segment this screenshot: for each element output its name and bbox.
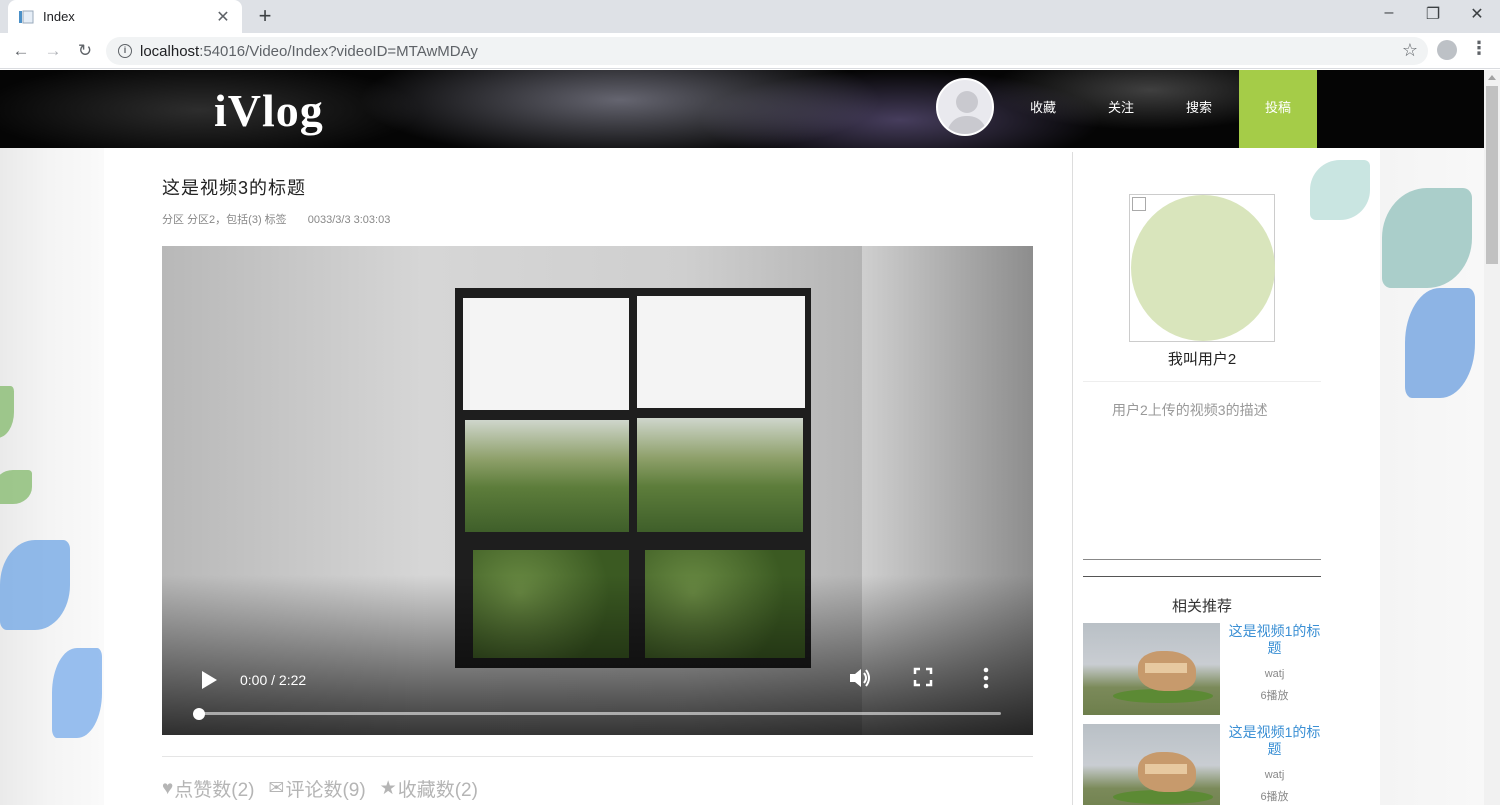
page-favicon-icon [19, 10, 34, 23]
sidebar-divider [1083, 576, 1321, 577]
uploader-avatar[interactable] [1129, 194, 1275, 342]
player-more-icon[interactable] [972, 667, 1000, 695]
scrollbar-thumb[interactable] [1486, 86, 1498, 264]
play-icon[interactable] [202, 671, 217, 689]
decor-leaf [1405, 288, 1475, 398]
fullscreen-icon[interactable] [909, 667, 937, 693]
envelope-icon: ✉ [268, 778, 285, 799]
close-window-button[interactable]: ✕ [1454, 4, 1500, 24]
page-scrollbar[interactable] [1484, 70, 1500, 805]
user-avatar[interactable] [936, 78, 994, 136]
restore-button[interactable]: ❐ [1410, 4, 1456, 24]
bookmark-star-icon[interactable]: ☆ [1402, 40, 1418, 61]
video-category[interactable]: 分区 分区2，包括(3) 标签 [162, 214, 287, 226]
video-stats: ♥ 点赞数(2) ✉ 评论数(9) ★ 收藏数(2) [162, 775, 478, 802]
progress-bar[interactable] [199, 712, 1001, 715]
site-header: iVlog 收藏 关注 搜索 投稿 [0, 70, 1484, 156]
related-video-plays: 6播放 [1260, 690, 1289, 702]
browser-menu-icon[interactable]: ⋮ [1470, 38, 1488, 59]
minimize-button[interactable]: – [1366, 4, 1412, 22]
browser-tabbar: Index ✕ + – ❐ ✕ [0, 0, 1500, 33]
vertical-dots-icon [983, 667, 989, 689]
thumb-grass [1113, 689, 1213, 703]
thumb-rock-label [1145, 764, 1187, 774]
video-title: 这是视频3的标题 [162, 178, 307, 198]
sidebar-divider [1083, 381, 1321, 382]
progress-knob[interactable] [193, 708, 205, 720]
star-icon: ★ [379, 778, 397, 799]
decor-leaf [1310, 160, 1370, 220]
url-text: localhost:54016/Video/Index?videoID=MTAw… [140, 43, 478, 60]
favorite-button[interactable]: ★ 收藏数(2) [380, 775, 478, 802]
video-frame-pane [637, 296, 805, 408]
browser-tab[interactable]: Index ✕ [8, 0, 242, 33]
decor-leaf [0, 540, 70, 630]
new-tab-button[interactable]: + [254, 5, 276, 27]
tab-title: Index [43, 9, 75, 24]
avatar-placeholder [1131, 195, 1275, 341]
forward-button[interactable]: → [40, 39, 66, 63]
related-video-card[interactable]: 这是视频1的标题 watj 6播放 [1083, 724, 1321, 805]
reload-button[interactable]: ↻ [72, 39, 98, 63]
player-controls-shade [162, 575, 1033, 735]
related-video-title[interactable]: 这是视频1的标题 [1228, 623, 1321, 657]
nav-follow[interactable]: 关注 [1082, 70, 1160, 148]
profile-avatar-icon[interactable] [1437, 40, 1457, 60]
video-frame-pane [465, 420, 629, 532]
decor-leaf [0, 386, 14, 438]
likes-count: 点赞数(2) [174, 780, 255, 801]
site-logo[interactable]: iVlog [214, 84, 324, 137]
decor-leaf [1382, 188, 1472, 288]
nav-upload[interactable]: 投稿 [1239, 70, 1317, 156]
decor-leaf [52, 648, 102, 738]
related-heading: 相关推荐 [1171, 598, 1232, 615]
video-frame-pane [463, 298, 629, 410]
like-button[interactable]: ♥ 点赞数(2) [162, 775, 255, 802]
back-button[interactable]: ← [8, 39, 34, 63]
video-frame-pane [637, 418, 803, 532]
related-video-card[interactable]: 这是视频1的标题 watj 6播放 [1083, 623, 1321, 715]
comments-count: 评论数(9) [285, 780, 366, 801]
expand-icon [913, 667, 933, 687]
url-host: localhost [140, 42, 200, 60]
nav-favorites[interactable]: 收藏 [1004, 70, 1082, 148]
sidebar-divider [1083, 559, 1321, 560]
nav-search[interactable]: 搜索 [1160, 70, 1238, 148]
video-date: 0033/3/3 3:03:03 [307, 214, 391, 226]
related-video-author[interactable]: watj [1228, 668, 1321, 680]
related-video-plays: 6播放 [1260, 791, 1289, 803]
thumb-grass [1113, 790, 1213, 804]
address-bar[interactable]: i localhost:54016/Video/Index?videoID=MT… [106, 37, 1428, 65]
comment-button[interactable]: ✉ 评论数(9) [269, 775, 366, 802]
scroll-up-icon[interactable] [1488, 75, 1496, 80]
favorites-count: 收藏数(2) [397, 780, 478, 801]
uploader-name[interactable]: 我叫用户2 [1083, 348, 1321, 369]
volume-icon[interactable] [846, 667, 874, 695]
browser-toolbar: ← → ↻ i localhost:54016/Video/Index?vide… [0, 33, 1500, 69]
related-video-title[interactable]: 这是视频1的标题 [1228, 724, 1321, 758]
related-video-info: 这是视频1的标题 watj 6播放 [1228, 623, 1321, 703]
related-video-thumbnail[interactable] [1083, 724, 1220, 805]
broken-image-icon [1132, 197, 1146, 211]
playback-time: 0:00 / 2:22 [240, 672, 307, 688]
user-silhouette-icon [946, 91, 988, 134]
video-meta: 分区 分区2，包括(3) 标签 0033/3/3 3:03:03 [162, 211, 408, 227]
url-path: :54016/Video/Index?videoID=MTAwMDAy [199, 42, 478, 60]
thumb-rock-label [1145, 663, 1187, 673]
speaker-icon [850, 669, 870, 687]
video-description: 用户2上传的视频3的描述 [1112, 402, 1268, 418]
related-video-author[interactable]: watj [1228, 769, 1321, 781]
site-info-icon[interactable]: i [118, 44, 132, 58]
heart-icon: ♥ [162, 777, 174, 799]
decor-leaf [0, 470, 32, 504]
tab-close-icon[interactable]: ✕ [214, 7, 232, 27]
video-player[interactable]: 0:00 / 2:22 [162, 246, 1033, 735]
sidebar-separator [1072, 152, 1073, 805]
related-video-thumbnail[interactable] [1083, 623, 1220, 715]
related-video-info: 这是视频1的标题 watj 6播放 [1228, 724, 1321, 804]
stats-divider [162, 756, 1033, 757]
